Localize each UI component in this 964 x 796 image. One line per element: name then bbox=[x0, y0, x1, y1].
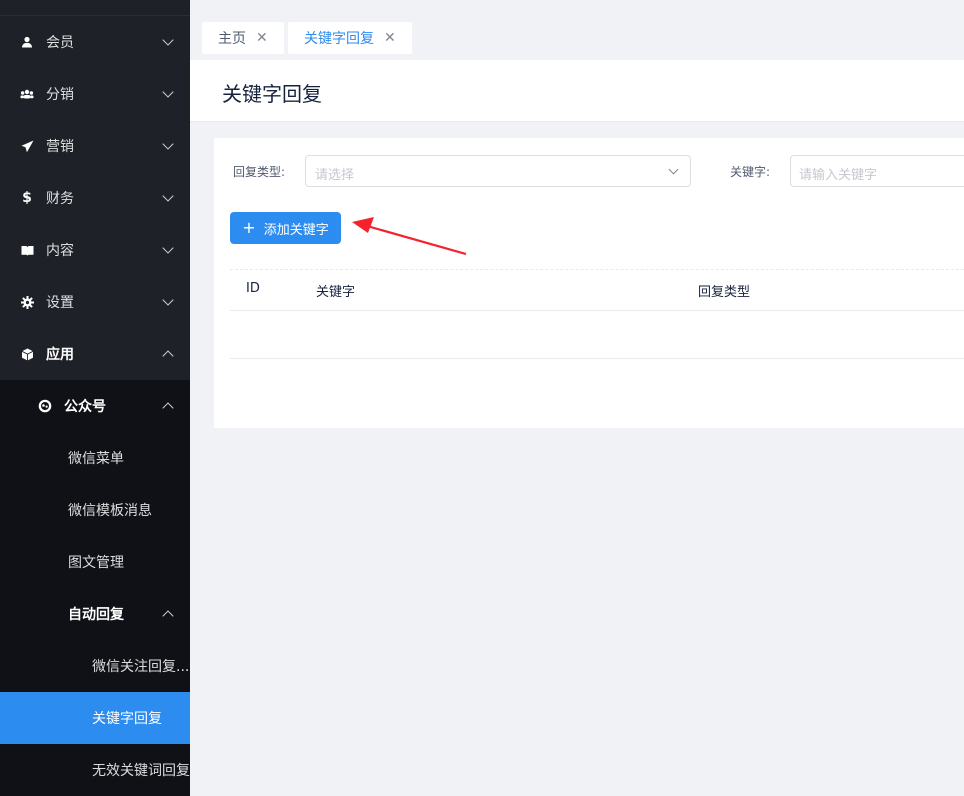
select-placeholder: 请选择 bbox=[315, 168, 355, 183]
send-icon bbox=[20, 139, 34, 153]
chevron-down-icon bbox=[162, 138, 174, 150]
cube-icon bbox=[20, 347, 34, 361]
chevron-down-icon bbox=[162, 86, 174, 98]
column-header-id: ID bbox=[246, 281, 260, 296]
keyword-label: 关键字: bbox=[730, 165, 771, 179]
sidebar-item-marketing[interactable]: 营销 bbox=[0, 120, 190, 172]
tab-bar: 主页 ✕ 关键字回复 ✕ bbox=[190, 16, 964, 60]
tab-label: 关键字回复 bbox=[304, 31, 374, 47]
sidebar-item-label: 无效关键词回复 bbox=[92, 763, 190, 779]
input-placeholder: 请输入关键字 bbox=[799, 168, 878, 183]
tab-keyword-reply[interactable]: 关键字回复 ✕ bbox=[288, 22, 412, 54]
page-header: 关键字回复 bbox=[190, 60, 964, 122]
add-keyword-label: 添加关键字 bbox=[263, 222, 329, 238]
sidebar-item-label: 财务 bbox=[46, 191, 74, 207]
dollar-icon: $ bbox=[22, 190, 32, 206]
sidebar: 会员 分销 营销 $ 财务 内容 设置 应用 公众号 微信菜单 微信模板消息 图… bbox=[0, 0, 190, 796]
chevron-down-icon bbox=[162, 34, 174, 46]
sidebar-item-label: 内容 bbox=[46, 243, 74, 259]
sidebar-top-strip bbox=[0, 0, 190, 16]
close-icon[interactable]: ✕ bbox=[256, 30, 268, 46]
sidebar-item-label: 会员 bbox=[46, 35, 74, 51]
sidebar-item-article-manage[interactable]: 图文管理 bbox=[0, 536, 190, 588]
plus-icon: + bbox=[242, 218, 256, 237]
sidebar-item-label: 应用 bbox=[46, 347, 74, 363]
sidebar-item-follow-reply[interactable]: 微信关注回复... bbox=[0, 640, 190, 692]
sidebar-item-auto-reply[interactable]: 自动回复 bbox=[0, 588, 190, 640]
sidebar-item-content[interactable]: 内容 bbox=[0, 224, 190, 276]
sidebar-item-wechat-menu[interactable]: 微信菜单 bbox=[0, 432, 190, 484]
annotation-arrow bbox=[352, 217, 467, 256]
column-header-reply-type: 回复类型 bbox=[698, 285, 751, 300]
chevron-down-icon bbox=[668, 164, 679, 175]
sidebar-item-settings[interactable]: 设置 bbox=[0, 276, 190, 328]
sidebar-item-label: 微信菜单 bbox=[68, 451, 124, 467]
sidebar-item-invalid-keyword-reply[interactable]: 无效关键词回复 bbox=[0, 744, 190, 796]
column-header-keyword: 关键字 bbox=[316, 285, 356, 300]
table-header-divider bbox=[230, 310, 964, 311]
reply-type-select[interactable]: 请选择 bbox=[305, 155, 691, 187]
page-title: 关键字回复 bbox=[222, 82, 322, 106]
sidebar-item-label: 设置 bbox=[46, 295, 74, 311]
wechat-icon bbox=[38, 399, 52, 413]
sidebar-item-label: 关键字回复 bbox=[92, 711, 162, 727]
sidebar-item-finance[interactable]: $ 财务 bbox=[0, 172, 190, 224]
chevron-up-icon bbox=[162, 610, 174, 622]
tab-home[interactable]: 主页 ✕ bbox=[202, 22, 284, 54]
sidebar-item-keyword-reply[interactable]: 关键字回复 bbox=[0, 692, 190, 744]
sidebar-item-apps[interactable]: 应用 bbox=[0, 328, 190, 380]
sidebar-item-label: 微信关注回复... bbox=[92, 659, 190, 675]
sidebar-item-official-account[interactable]: 公众号 bbox=[0, 380, 190, 432]
chevron-up-icon bbox=[162, 350, 174, 362]
chevron-down-icon bbox=[162, 242, 174, 254]
reply-type-label: 回复类型: bbox=[233, 165, 286, 179]
tab-label: 主页 bbox=[218, 31, 246, 47]
sidebar-item-label: 微信模板消息 bbox=[68, 503, 152, 519]
sidebar-item-wechat-template[interactable]: 微信模板消息 bbox=[0, 484, 190, 536]
keyword-input[interactable]: 请输入关键字 bbox=[790, 155, 964, 187]
close-icon[interactable]: ✕ bbox=[384, 30, 396, 46]
chevron-down-icon bbox=[162, 190, 174, 202]
table-bottom-divider bbox=[230, 358, 964, 359]
add-keyword-button[interactable]: + 添加关键字 bbox=[230, 212, 341, 244]
chevron-down-icon bbox=[162, 294, 174, 306]
sidebar-item-label: 自动回复 bbox=[68, 607, 124, 623]
gear-icon bbox=[20, 295, 34, 309]
chevron-up-icon bbox=[162, 402, 174, 414]
sidebar-item-label: 公众号 bbox=[64, 399, 106, 415]
content-card: 回复类型: 请选择 关键字: 请输入关键字 + 添加关键字 ID 关键字 回复类… bbox=[214, 138, 964, 428]
user-icon bbox=[20, 35, 34, 49]
sidebar-item-distribution[interactable]: 分销 bbox=[0, 68, 190, 120]
sidebar-item-label: 分销 bbox=[46, 87, 74, 103]
group-icon bbox=[20, 87, 34, 101]
book-icon bbox=[20, 243, 34, 257]
sidebar-item-members[interactable]: 会员 bbox=[0, 16, 190, 68]
sidebar-item-label: 图文管理 bbox=[68, 555, 124, 571]
keyword-table: ID 关键字 回复类型 bbox=[230, 269, 964, 359]
sidebar-item-label: 营销 bbox=[46, 139, 74, 155]
